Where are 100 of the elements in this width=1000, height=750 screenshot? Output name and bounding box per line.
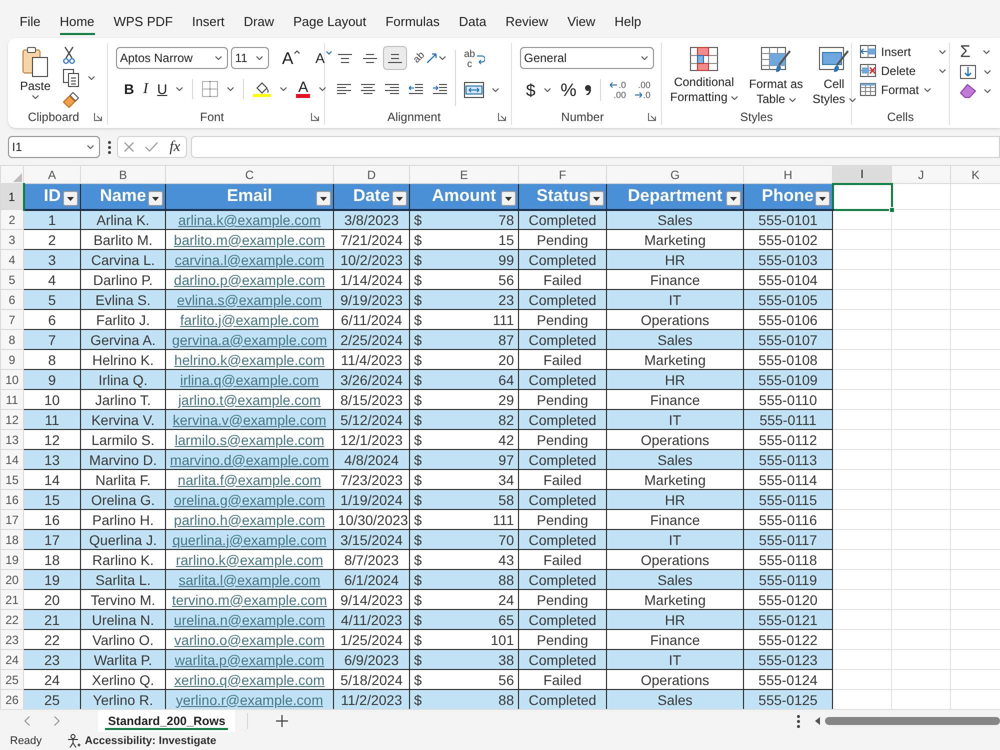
percent-button[interactable]: % — [560, 81, 576, 99]
column-header[interactable]: F — [518, 166, 606, 184]
conditional-formatting-button[interactable]: Conditional Formatting — [666, 47, 742, 109]
row-header[interactable]: 11 — [0, 390, 24, 410]
eraser-icon[interactable] — [960, 84, 976, 98]
dialog-launcher-icon[interactable] — [498, 113, 506, 121]
increase-indent-icon[interactable] — [433, 84, 447, 94]
cell-styles-button[interactable]: Cell Styles — [810, 47, 858, 109]
column-header[interactable]: E — [410, 166, 518, 184]
row-header[interactable]: 13 — [0, 430, 24, 450]
more-options-icon[interactable] — [797, 714, 800, 728]
autosum-button[interactable]: Σ — [960, 43, 971, 60]
row-header[interactable]: 22 — [0, 610, 24, 630]
menu-tab[interactable]: Review — [496, 8, 558, 36]
caret-down-icon[interactable] — [984, 89, 991, 93]
menu-tab[interactable]: Draw — [234, 8, 284, 36]
filter-button[interactable] — [392, 191, 407, 206]
currency-button[interactable]: $ — [526, 82, 536, 98]
menu-tab[interactable]: File — [10, 8, 50, 36]
row-header[interactable]: 8 — [0, 330, 24, 350]
filter-button[interactable] — [814, 191, 830, 206]
formula-input[interactable] — [191, 136, 1000, 158]
column-header[interactable]: D — [334, 166, 410, 184]
insert-function-button[interactable]: fx — [169, 140, 180, 154]
dialog-launcher-icon[interactable] — [94, 113, 102, 121]
column-header[interactable]: J — [892, 166, 950, 184]
row-header[interactable]: 16 — [0, 490, 24, 510]
row-header[interactable]: 17 — [0, 510, 24, 530]
chevron-right-icon[interactable] — [54, 716, 60, 726]
borders-icon[interactable] — [202, 81, 218, 97]
increase-decimal-button[interactable]: .0 .00 — [610, 80, 626, 100]
comma-style-icon[interactable] — [585, 85, 592, 95]
caret-down-icon[interactable] — [227, 87, 234, 91]
row-header[interactable]: 7 — [0, 310, 24, 330]
column-header[interactable]: A — [24, 166, 80, 184]
cancel-icon[interactable] — [124, 142, 134, 152]
row-header[interactable]: 18 — [0, 530, 24, 550]
row-header[interactable]: 19 — [0, 550, 24, 570]
menu-tab[interactable]: Insert — [182, 8, 234, 36]
menu-tab[interactable]: Formulas — [376, 8, 450, 36]
fill-handle[interactable] — [888, 206, 894, 212]
accessibility-button[interactable]: Accessibility: Investigate — [66, 734, 216, 748]
row-header[interactable]: 12 — [0, 410, 24, 430]
scissors-icon[interactable] — [62, 46, 75, 64]
caret-down-icon[interactable] — [88, 76, 95, 80]
orientation-button[interactable]: ab — [414, 53, 446, 63]
menu-tab[interactable]: Data — [449, 8, 496, 36]
caret-down-icon[interactable] — [544, 88, 552, 92]
font-size-dropdown[interactable]: 11 — [231, 47, 269, 69]
row-header[interactable]: 3 — [0, 230, 24, 250]
caret-down-icon[interactable] — [280, 87, 288, 91]
caret-down-icon[interactable] — [176, 87, 184, 91]
fill-color-icon[interactable] — [253, 81, 272, 97]
more-options-icon[interactable] — [108, 140, 111, 154]
align-center-icon[interactable] — [361, 84, 375, 94]
row-header[interactable]: 1 — [0, 184, 24, 210]
filter-button[interactable] — [316, 191, 331, 206]
format-button[interactable]: Format — [860, 83, 946, 96]
align-left-icon[interactable] — [337, 84, 351, 94]
add-sheet-icon[interactable] — [276, 715, 288, 727]
row-header[interactable]: 5 — [0, 270, 24, 290]
font-name-dropdown[interactable]: Aptos Narrow — [116, 47, 228, 69]
filter-button[interactable] — [63, 191, 78, 206]
filter-button[interactable] — [501, 191, 516, 206]
row-header[interactable]: 2 — [0, 210, 24, 230]
sheet-tab[interactable]: Standard_200_Rows — [98, 710, 236, 732]
row-header[interactable]: 9 — [0, 350, 24, 370]
row-header[interactable]: 20 — [0, 570, 24, 590]
row-header[interactable]: 25 — [0, 670, 24, 690]
row-header[interactable]: 14 — [0, 450, 24, 470]
wrap-text-button[interactable]: ab c — [464, 50, 499, 70]
paste-button[interactable]: Paste — [20, 44, 51, 109]
insert-button[interactable]: Insert — [860, 45, 946, 58]
column-header[interactable]: C — [166, 166, 334, 184]
column-header[interactable]: K — [950, 166, 1000, 184]
align-bottom-button[interactable] — [383, 46, 407, 70]
filter-button[interactable] — [148, 191, 163, 206]
format-as-table-button[interactable]: Format as Table — [746, 47, 806, 109]
align-right-icon[interactable] — [385, 84, 399, 94]
filter-button[interactable] — [589, 191, 604, 206]
menu-tab[interactable]: View — [558, 8, 605, 36]
row-header[interactable]: 10 — [0, 370, 24, 390]
merge-center-icon[interactable] — [464, 82, 484, 98]
underline-button[interactable]: U — [157, 82, 168, 96]
column-header[interactable]: G — [606, 166, 744, 184]
column-header[interactable]: B — [80, 166, 166, 184]
row-header[interactable]: 4 — [0, 250, 24, 270]
column-header[interactable]: H — [744, 166, 832, 184]
dialog-launcher-icon[interactable] — [648, 113, 656, 121]
menu-tab[interactable]: Help — [604, 8, 651, 36]
name-box[interactable]: I1 — [8, 136, 100, 158]
fill-down-icon[interactable] — [960, 65, 976, 79]
row-header[interactable]: 6 — [0, 290, 24, 310]
delete-button[interactable]: Delete — [860, 64, 946, 77]
scroll-left-icon[interactable] — [815, 717, 820, 725]
menu-tab[interactable]: WPS PDF — [104, 8, 182, 36]
caret-down-icon[interactable] — [982, 50, 990, 54]
chevron-left-icon[interactable] — [24, 716, 30, 726]
shrink-font-button[interactable]: A — [315, 51, 332, 65]
number-format-dropdown[interactable]: General — [520, 47, 654, 69]
